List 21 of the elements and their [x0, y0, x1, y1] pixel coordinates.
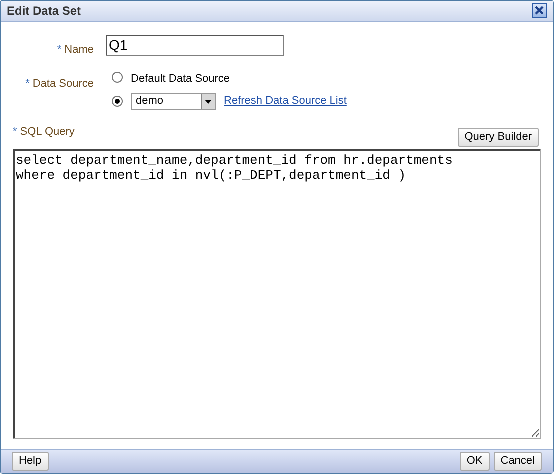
- dialog-button[interactable]: Help: [12, 452, 49, 471]
- required-mark: *: [13, 126, 18, 138]
- dialog-button[interactable]: OK: [460, 452, 490, 471]
- refresh-link[interactable]: Refresh Data Source List: [224, 93, 347, 110]
- required-mark: *: [57, 44, 62, 56]
- radio-label[interactable]: Default Data Source: [131, 68, 230, 88]
- name-label: Name: [64, 44, 94, 56]
- dialog-button[interactable]: Cancel: [494, 452, 542, 471]
- name-field[interactable]: Q1: [106, 34, 284, 56]
- close-button[interactable]: [532, 3, 547, 18]
- sql-query-label: SQL Query: [20, 126, 75, 138]
- radio-button[interactable]: [112, 72, 123, 84]
- query-builder-button[interactable]: Query Builder: [458, 128, 539, 147]
- required-mark: *: [26, 78, 30, 90]
- data-source-select[interactable]: demo: [131, 93, 216, 110]
- close-icon: [534, 5, 545, 16]
- data-source-label: Data Source: [32, 78, 94, 90]
- dropdown-arrow-icon: [205, 100, 212, 104]
- window-title: Edit Data Set: [7, 2, 82, 20]
- radio-button[interactable]: [112, 96, 123, 108]
- sql-query-field[interactable]: select department_name,department_id from hr.departments where department_id in nvl(:P_DEPT,department_id ): [13, 148, 541, 439]
